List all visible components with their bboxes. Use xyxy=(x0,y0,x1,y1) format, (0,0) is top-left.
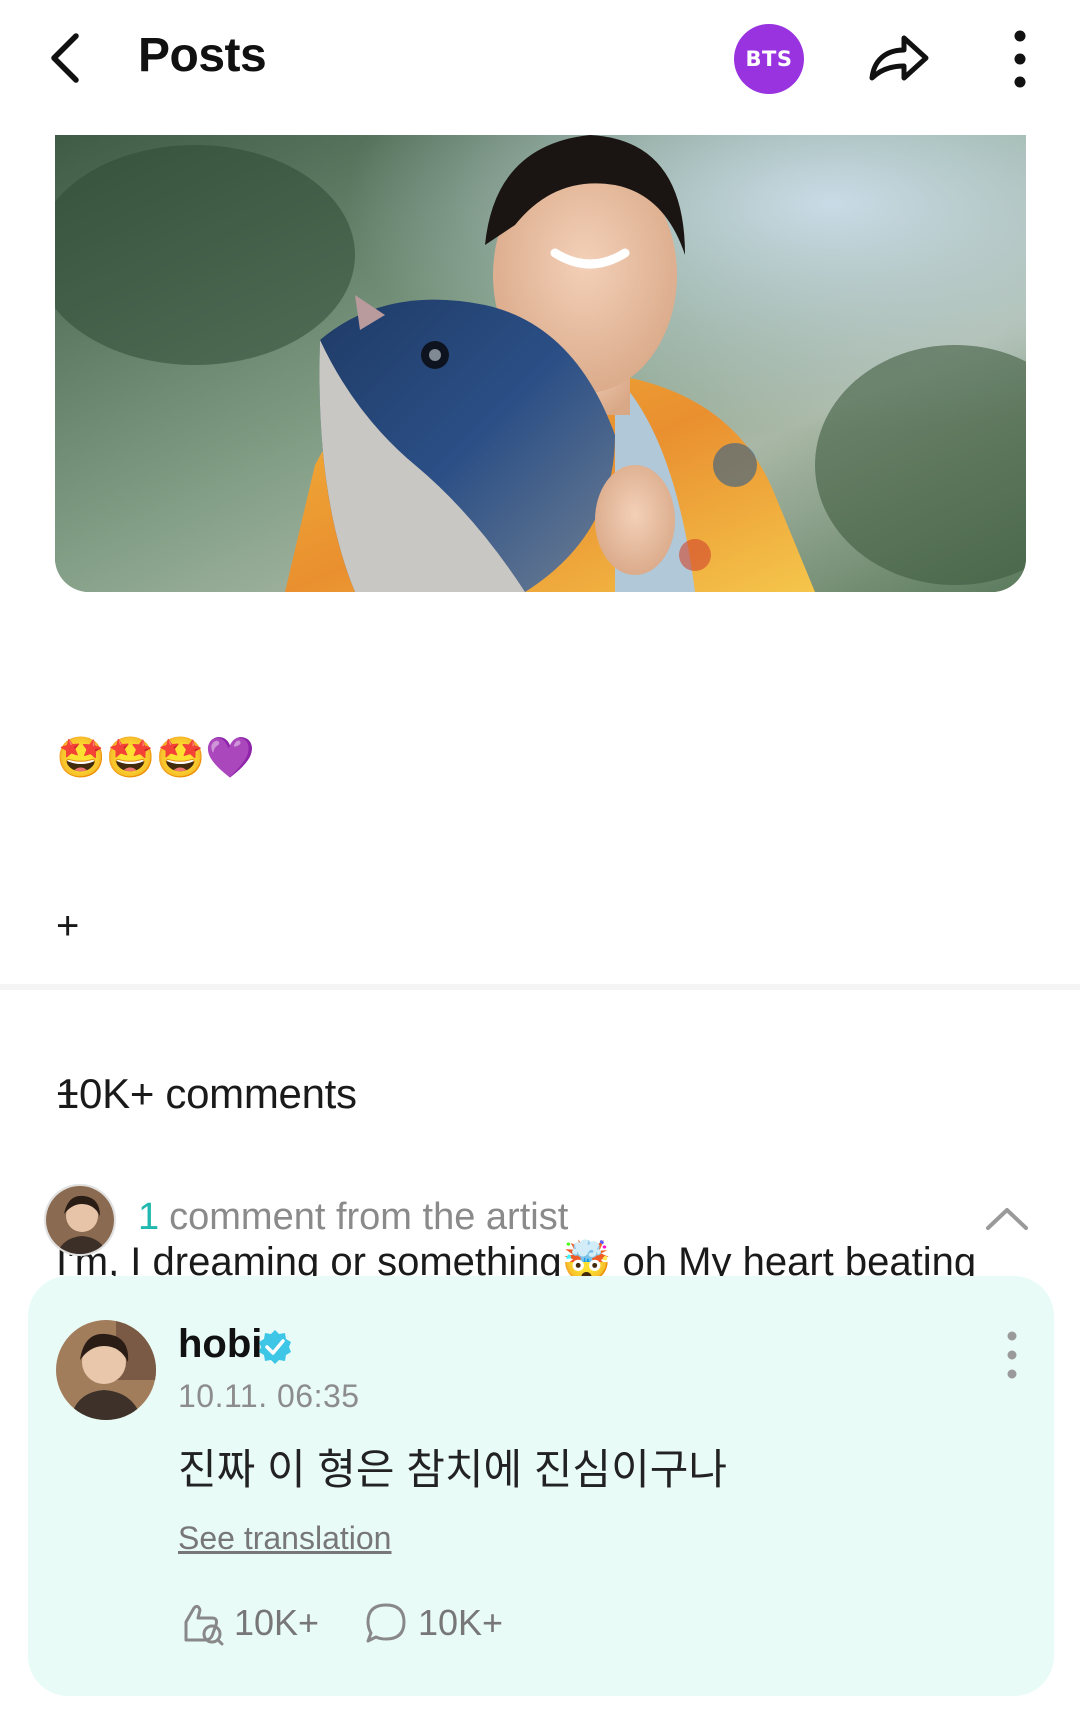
back-arrow-icon xyxy=(51,33,79,83)
post-photo-illustration xyxy=(55,135,1026,592)
post-photo[interactable] xyxy=(55,135,1026,592)
artist-comment-card: hobi 10.11. 06:35 진짜 이 형은 참치에 진심이구나 See … xyxy=(28,1276,1054,1696)
commenter-name[interactable]: hobi xyxy=(178,1322,262,1367)
more-vertical-icon xyxy=(1007,1331,1017,1379)
share-button[interactable] xyxy=(866,26,932,92)
comment-timestamp: 10.11. 06:35 xyxy=(178,1378,360,1414)
post-detail-page: Posts BTS 🤩🤩🤩💜 + + I'm, I dreaming or so… xyxy=(0,0,1080,1721)
share-icon xyxy=(869,35,929,81)
comments-count: 10K+ comments xyxy=(56,1070,357,1117)
page-title: Posts xyxy=(138,29,267,82)
section-divider xyxy=(0,984,1080,990)
comment-text: 진짜 이 형은 참치에 진심이구나 xyxy=(178,1446,727,1493)
comment-more-button[interactable] xyxy=(1002,1330,1022,1380)
post-text-line: + xyxy=(56,904,80,948)
post-text-line: 🤩🤩🤩💜 xyxy=(56,736,256,780)
more-vertical-icon xyxy=(1014,30,1026,88)
back-button[interactable] xyxy=(42,28,92,88)
artist-comment-label: comment from the artist xyxy=(169,1196,569,1238)
verified-badge-icon xyxy=(259,1330,291,1364)
community-badge-button[interactable]: BTS xyxy=(734,24,804,94)
artist-avatar-small xyxy=(44,1184,116,1256)
top-bar: Posts BTS xyxy=(0,0,1080,120)
artist-comments-toggle[interactable]: 1 comment from the artist xyxy=(40,1180,1040,1260)
commenter-avatar[interactable] xyxy=(56,1320,156,1420)
reply-button[interactable]: 10K+ xyxy=(364,1596,503,1650)
artist-comment-summary: 1 comment from the artist xyxy=(138,1196,568,1239)
like-count: 10K+ xyxy=(234,1602,320,1643)
artist-comment-count: 1 xyxy=(138,1196,160,1238)
chevron-up-icon[interactable] xyxy=(982,1194,1032,1244)
more-options-button[interactable] xyxy=(1000,26,1040,92)
reply-icon xyxy=(366,1603,406,1643)
like-icon xyxy=(184,1604,224,1646)
see-translation-link[interactable]: See translation xyxy=(178,1520,391,1557)
like-button[interactable]: 10K+ xyxy=(178,1596,319,1650)
reply-count: 10K+ xyxy=(418,1602,504,1643)
